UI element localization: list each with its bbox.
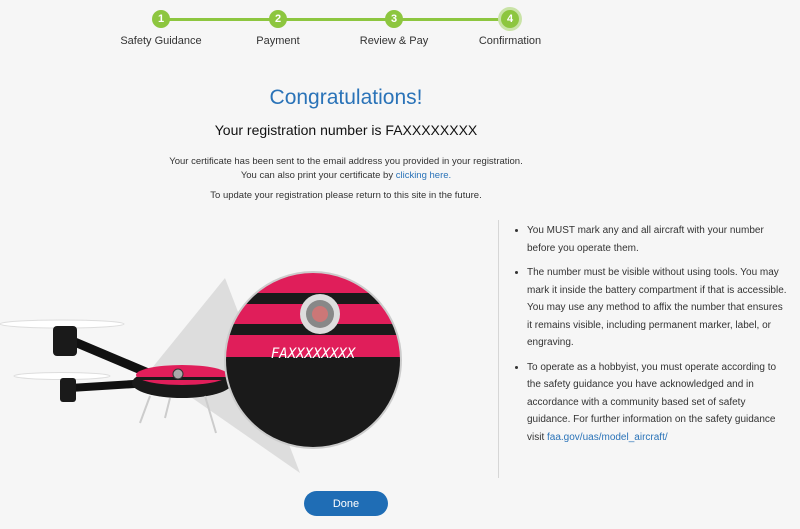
step-label: Review & Pay bbox=[359, 35, 429, 47]
registration-number-line: Your registration number is FAXXXXXXXX bbox=[214, 122, 478, 138]
done-button[interactable]: Done bbox=[304, 491, 388, 516]
vertical-divider bbox=[498, 220, 499, 478]
step-number: 2 bbox=[269, 10, 287, 28]
step-number: 4 bbox=[501, 10, 519, 28]
camera-lens bbox=[172, 368, 184, 380]
step-label: Safety Guidance bbox=[120, 35, 202, 47]
step-payment: 2 Payment bbox=[213, 8, 343, 47]
step-number: 3 bbox=[385, 10, 403, 28]
step-label: Payment bbox=[256, 35, 300, 47]
motor bbox=[53, 326, 77, 356]
step-confirmation: 4 Confirmation bbox=[445, 8, 575, 47]
update-registration-message: To update your registration please retur… bbox=[210, 190, 482, 201]
certificate-message: Your certificate has been sent to the em… bbox=[169, 156, 523, 167]
list-item: You MUST mark any and all aircraft with … bbox=[527, 222, 789, 257]
list-item: To operate as a hobbyist, you must opera… bbox=[527, 359, 789, 447]
marking-instructions-list: You MUST mark any and all aircraft with … bbox=[512, 222, 789, 453]
list-item-text: To operate as a hobbyist, you must opera… bbox=[527, 361, 777, 443]
print-certificate-link[interactable]: clicking here. bbox=[396, 170, 451, 181]
progress-steps: 1 Safety Guidance 2 Payment 3 Review & P… bbox=[0, 8, 800, 58]
motor bbox=[60, 378, 76, 402]
drone-illustration: FAXXXXXXXX bbox=[0, 271, 402, 473]
page-title: Congratulations! bbox=[269, 86, 423, 109]
print-certificate-prefix: You can also print your certificate by bbox=[240, 170, 396, 181]
print-certificate-message: You can also print your certificate by c… bbox=[0, 170, 692, 181]
registration-plate-text: FAXXXXXXXX bbox=[271, 346, 357, 362]
step-safety-guidance: 1 Safety Guidance bbox=[96, 8, 226, 47]
step-number: 1 bbox=[152, 10, 170, 28]
list-item: The number must be visible without using… bbox=[527, 264, 789, 352]
step-review-pay: 3 Review & Pay bbox=[329, 8, 459, 47]
step-label: Confirmation bbox=[478, 35, 542, 47]
model-aircraft-link[interactable]: faa.gov/uas/model_aircraft/ bbox=[547, 432, 668, 443]
